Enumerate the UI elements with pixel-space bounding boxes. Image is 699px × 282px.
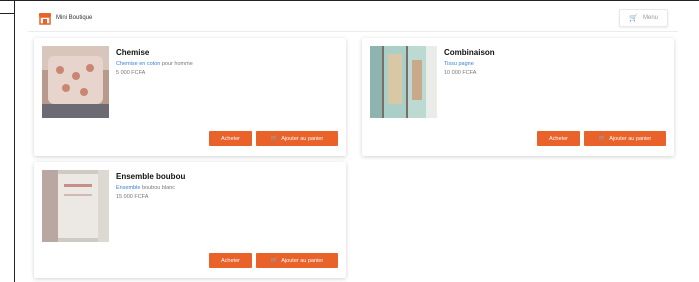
frame-tick <box>0 13 15 14</box>
frame-top-line <box>0 0 699 1</box>
product-actions: Acheter 🛒 Ajouter au panier <box>209 131 338 146</box>
product-subtitle: Chemise en coton pour homme <box>116 61 336 68</box>
product-image[interactable] <box>42 170 109 242</box>
cart-icon: 🛒 <box>270 136 279 142</box>
buy-button[interactable]: Acheter <box>209 131 252 146</box>
product-actions: Acheter 🛒 Ajouter au panier <box>209 253 338 268</box>
product-card: Combinaison Tissu pagne 10 000 FCFA Ache… <box>362 38 674 156</box>
product-subtitle: Ensemble boubou blanc <box>116 185 336 192</box>
add-to-cart-button[interactable]: 🛒 Ajouter au panier <box>256 253 338 268</box>
product-subtitle: Tissu pagne <box>444 61 664 68</box>
buy-button-label: Acheter <box>221 257 240 264</box>
buy-button[interactable]: Acheter <box>537 131 580 146</box>
product-subtitle-link[interactable]: Chemise en coton <box>116 61 160 67</box>
cart-icon: 🛒 <box>629 14 638 22</box>
product-info: Ensemble boubou Ensemble boubou blanc 15… <box>116 172 336 201</box>
brand[interactable]: Mini Boutique <box>38 11 92 25</box>
product-photo-boubou <box>42 170 109 242</box>
add-to-cart-button[interactable]: 🛒 Ajouter au panier <box>256 131 338 146</box>
add-to-cart-button[interactable]: 🛒 Ajouter au panier <box>584 131 666 146</box>
product-image[interactable] <box>370 46 437 118</box>
product-price: 10 000 FCFA <box>444 70 477 76</box>
buy-button[interactable]: Acheter <box>209 253 252 268</box>
product-subtitle-text: pour homme <box>161 61 193 67</box>
product-title: Chemise <box>116 48 150 57</box>
product-photo-chemise <box>42 46 109 118</box>
product-title: Ensemble boubou <box>116 172 186 181</box>
product-actions: Acheter 🛒 Ajouter au panier <box>537 131 666 146</box>
cart-icon: 🛒 <box>598 136 607 142</box>
product-card: Chemise Chemise en coton pour homme 5 00… <box>34 38 346 156</box>
shop-logo-icon <box>39 12 51 25</box>
add-to-cart-label: Ajouter au panier <box>281 257 324 264</box>
product-info: Combinaison Tissu pagne 10 000 FCFA <box>444 48 664 77</box>
product-photo-combinaison <box>370 46 437 118</box>
product-subtitle-text: boubou blanc <box>142 185 176 191</box>
menu-button-label: Menu <box>642 14 658 21</box>
product-price: 5 000 FCFA <box>116 70 146 76</box>
brand-name: Mini Boutique <box>56 14 93 21</box>
buy-button-label: Acheter <box>221 135 240 142</box>
product-info: Chemise Chemise en coton pour homme 5 00… <box>116 48 336 77</box>
add-to-cart-label: Ajouter au panier <box>609 135 652 142</box>
product-subtitle-link[interactable]: Tissu pagne <box>444 61 474 67</box>
product-image[interactable] <box>42 46 109 118</box>
cart-icon: 🛒 <box>270 258 279 264</box>
buy-button-label: Acheter <box>549 135 568 142</box>
menu-button[interactable]: 🛒 Menu <box>619 8 668 27</box>
product-title: Combinaison <box>444 48 495 57</box>
add-to-cart-label: Ajouter au panier <box>281 135 324 142</box>
product-price: 15 000 FCFA <box>116 194 149 200</box>
top-bar: Mini Boutique 🛒 Menu <box>28 4 678 32</box>
product-subtitle-link[interactable]: Ensemble <box>116 185 140 191</box>
frame-left-line <box>14 0 15 282</box>
product-card: Ensemble boubou Ensemble boubou blanc 15… <box>34 162 346 278</box>
